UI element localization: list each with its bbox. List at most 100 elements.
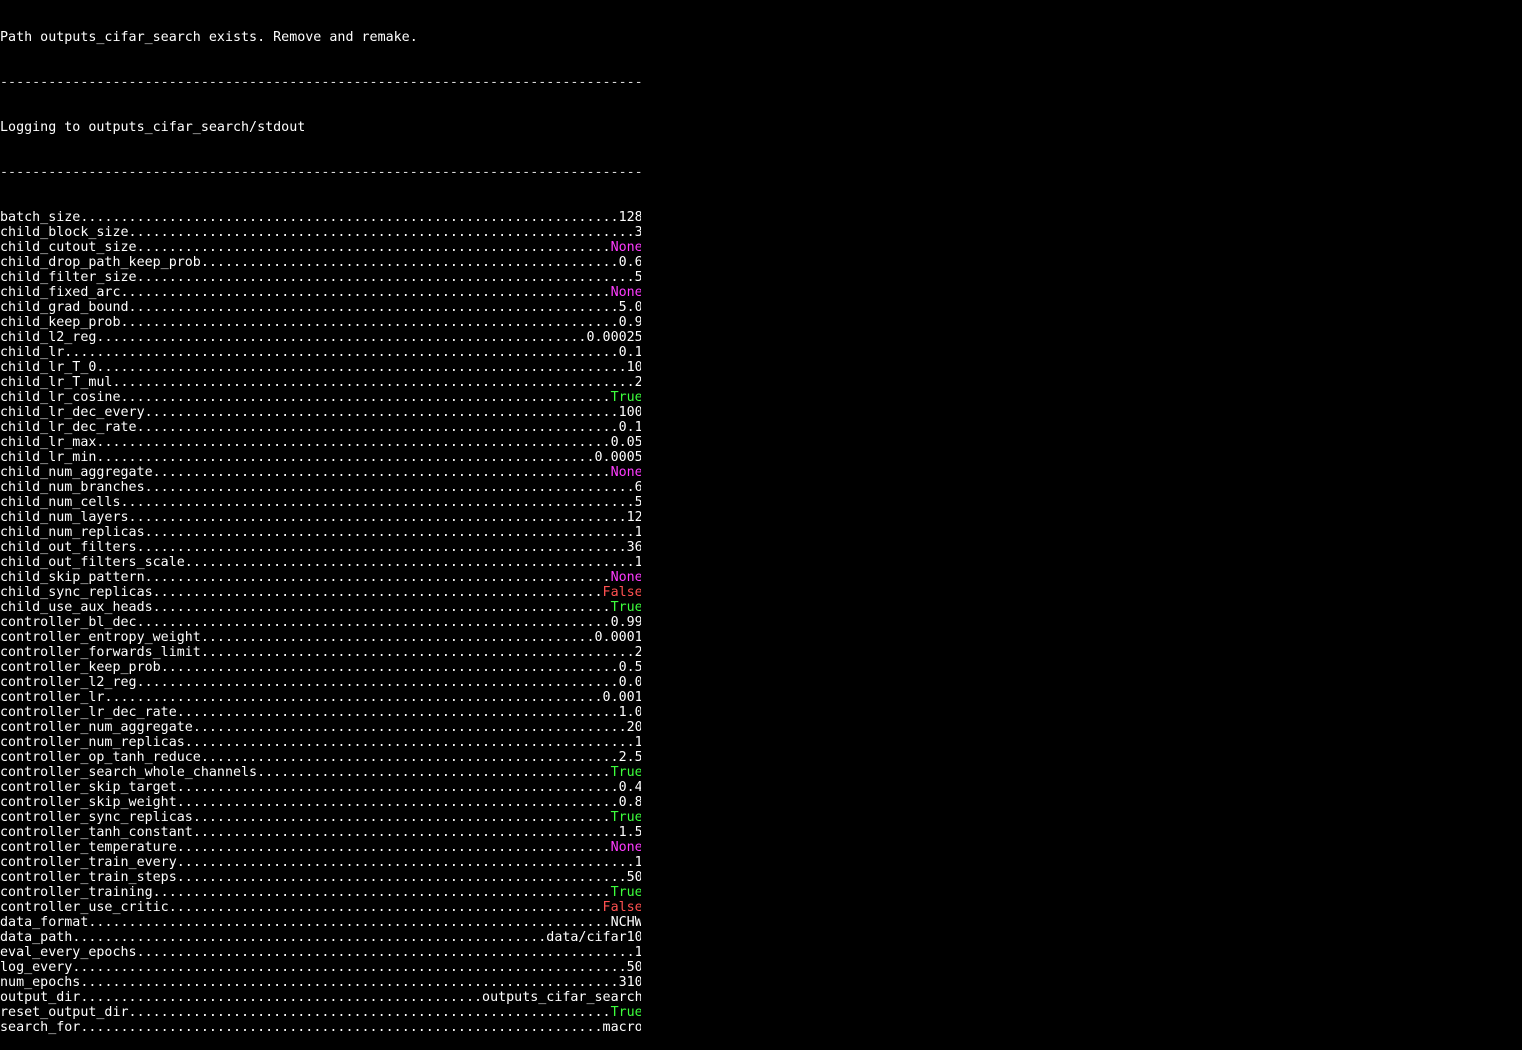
flag-name: controller_train_every [0, 855, 177, 870]
flag-value: 12 [626, 510, 641, 525]
dot-leader: ........................................… [136, 945, 635, 960]
dot-leader: ........................................… [176, 870, 627, 885]
flag-row: controller_keep_prob....................… [0, 660, 641, 675]
flag-row: batch_size..............................… [0, 210, 641, 225]
terminal-window[interactable]: Path outputs_cifar_search exists. Remove… [0, 0, 1522, 1035]
flag-value: False [602, 900, 641, 915]
flag-name: child_lr_dec_rate [0, 420, 137, 435]
flag-value: 5 [634, 495, 641, 510]
dot-leader: ........................................… [128, 225, 635, 240]
flag-row: controller_skip_target..................… [0, 780, 641, 795]
dot-leader: ........................................… [200, 645, 635, 660]
dot-leader: ........................................… [200, 255, 619, 270]
dot-leader: ........................................… [104, 690, 603, 705]
flag-value: 0.9 [618, 315, 641, 330]
flag-value: 0.0005 [594, 450, 642, 465]
flag-row: search_for..............................… [0, 1020, 641, 1035]
dot-leader: ........................................… [168, 900, 603, 915]
dot-leader: ........................................… [144, 405, 619, 420]
flag-row: child_num_aggregate.....................… [0, 465, 641, 480]
dot-leader: ........................................… [176, 855, 635, 870]
dot-leader: ........................................… [96, 330, 587, 345]
flag-name: child_num_replicas [0, 525, 145, 540]
flag-name: controller_bl_dec [0, 615, 137, 630]
flag-value: True [610, 765, 641, 780]
dot-leader: ........................................… [144, 570, 611, 585]
flag-name: child_out_filters [0, 540, 137, 555]
flag-row: child_cutout_size.......................… [0, 240, 641, 255]
flag-row: child_l2_reg............................… [0, 330, 641, 345]
flag-value: None [610, 285, 641, 300]
flag-name: child_lr [0, 345, 65, 360]
dot-leader: ........................................… [96, 435, 611, 450]
flag-value: 0.0 [618, 675, 641, 690]
dot-leader: ........................................… [160, 660, 619, 675]
flag-value: 128 [618, 210, 641, 225]
flag-row: child_lr................................… [0, 345, 641, 360]
flag-value: 1 [634, 855, 641, 870]
flag-value: 1 [634, 555, 641, 570]
flag-row: controller_op_tanh_reduce...............… [0, 750, 641, 765]
flag-name: child_drop_path_keep_prob [0, 255, 201, 270]
flag-value: 310 [618, 975, 641, 990]
flag-value: True [610, 600, 641, 615]
flag-row: controller_num_replicas.................… [0, 735, 641, 750]
dot-leader: ........................................… [152, 465, 611, 480]
flag-value: True [610, 885, 641, 900]
flag-row: child_lr_min............................… [0, 450, 641, 465]
dot-leader: ........................................… [192, 825, 619, 840]
dot-leader: ........................................… [176, 795, 619, 810]
dot-leader: ........................................… [176, 780, 619, 795]
flag-name: child_fixed_arc [0, 285, 121, 300]
flag-value: None [610, 465, 641, 480]
flag-row: eval_every_epochs.......................… [0, 945, 641, 960]
flag-name: child_num_layers [0, 510, 129, 525]
flag-value: 2 [634, 375, 641, 390]
dot-leader: ........................................… [136, 615, 611, 630]
dot-leader: ........................................… [152, 585, 603, 600]
flag-value: 6 [634, 480, 641, 495]
flag-value: 10 [626, 360, 641, 375]
flag-name: child_filter_size [0, 270, 137, 285]
flag-value: True [610, 810, 641, 825]
flag-row: controller_train_every..................… [0, 855, 641, 870]
flag-value: True [610, 1005, 641, 1020]
flag-row: controller_search_whole_channels........… [0, 765, 641, 780]
flag-value: 0.1 [618, 420, 641, 435]
dot-leader: ........................................… [136, 540, 627, 555]
flag-name: child_lr_T_0 [0, 360, 97, 375]
flag-name: child_block_size [0, 225, 129, 240]
flag-row: output_dir..............................… [0, 990, 641, 1005]
dot-leader: ........................................… [192, 720, 627, 735]
dot-leader: ........................................… [120, 315, 619, 330]
flag-value: True [610, 390, 641, 405]
flag-name: child_keep_prob [0, 315, 121, 330]
flag-row: controller_temperature..................… [0, 840, 641, 855]
flag-name: controller_tanh_constant [0, 825, 193, 840]
dot-leader: ........................................… [80, 210, 619, 225]
flag-row: child_block_size........................… [0, 225, 641, 240]
dot-leader: ........................................… [200, 750, 619, 765]
dot-leader: ........................................… [120, 390, 611, 405]
flag-name: child_sync_replicas [0, 585, 153, 600]
flag-value: outputs_cifar_search [482, 990, 641, 1005]
flag-name: controller_search_whole_channels [0, 765, 258, 780]
flag-value: 0.001 [602, 690, 641, 705]
flag-row: child_keep_prob.........................… [0, 315, 641, 330]
flag-row: controller_use_critic...................… [0, 900, 641, 915]
dot-leader: ........................................… [96, 450, 595, 465]
flag-value: 50 [626, 960, 641, 975]
flag-value: 0.8 [618, 795, 641, 810]
flag-name: data_format [0, 915, 89, 930]
dot-leader: ........................................… [184, 735, 635, 750]
flag-row: controller_num_aggregate................… [0, 720, 641, 735]
flag-row: child_num_branches......................… [0, 480, 641, 495]
flag-value: 5.0 [618, 300, 641, 315]
flag-value: 20 [626, 720, 641, 735]
dot-leader: ........................................… [257, 765, 611, 780]
dot-leader: ........................................… [72, 930, 547, 945]
dot-leader: ........................................… [200, 630, 595, 645]
flag-value: None [610, 840, 641, 855]
flag-value: 0.5 [618, 660, 641, 675]
flag-value: 2 [634, 645, 641, 660]
